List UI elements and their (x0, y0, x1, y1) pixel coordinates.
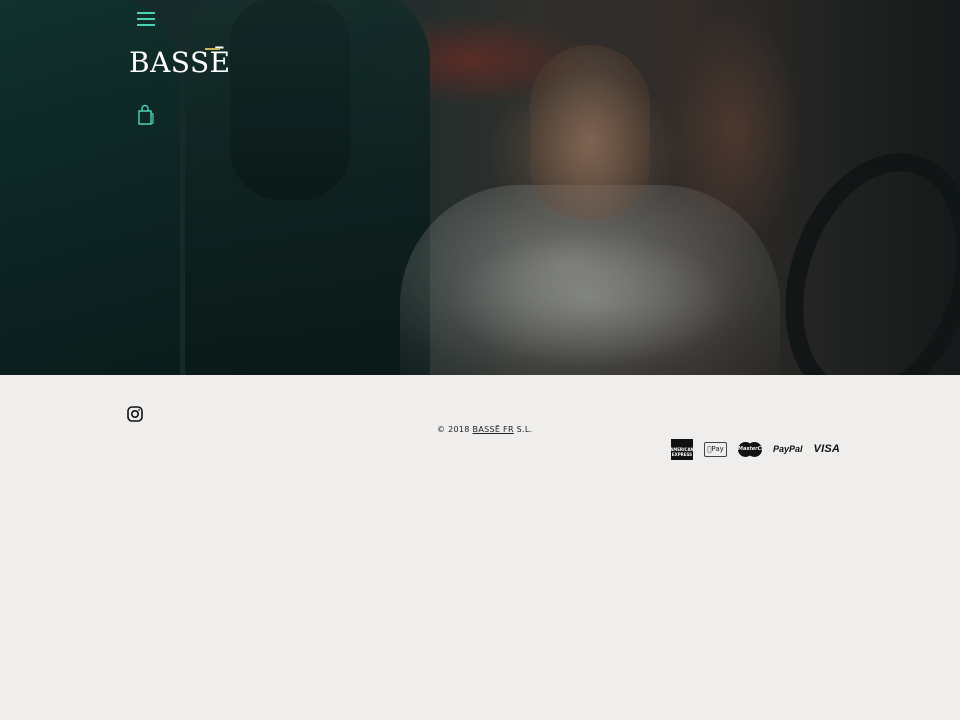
visa-icon: VISA (814, 443, 840, 455)
mastercard-label: MasterCard (738, 445, 771, 452)
brand-link[interactable]: BASSĒ FR (473, 425, 514, 434)
shopping-bag-icon[interactable] (136, 104, 156, 126)
site-logo[interactable]: BASSĒ (129, 48, 231, 78)
hamburger-menu-icon[interactable] (136, 10, 158, 28)
visa-label: VISA (813, 443, 841, 455)
logo-accent-bar (205, 48, 220, 50)
paypal-label: PayPal (773, 444, 803, 454)
logo-text: BASSĒ (129, 46, 231, 79)
apple-pay-label: Pay (709, 445, 723, 453)
copyright-suffix: S.L. (516, 425, 533, 434)
paypal-icon: PayPal (773, 444, 803, 454)
apple-pay-icon: Pay (704, 441, 727, 457)
copyright-notice: © 2018 BASSĒ FR S.L. (437, 425, 533, 434)
amex-label: AMERICAN EXPRESS (670, 446, 694, 457)
payment-methods: AMERICAN EXPRESS Pay MasterCard PayPal … (670, 438, 851, 460)
instagram-icon[interactable] (127, 406, 143, 422)
copyright-prefix: © 2018 (437, 425, 470, 434)
mastercard-icon: MasterCard (738, 441, 771, 457)
amex-icon: AMERICAN EXPRESS (670, 438, 694, 460)
hero-banner: BASSĒ (0, 0, 960, 375)
site-footer: © 2018 BASSĒ FR S.L. AMERICAN EXPRESS P… (0, 375, 960, 720)
